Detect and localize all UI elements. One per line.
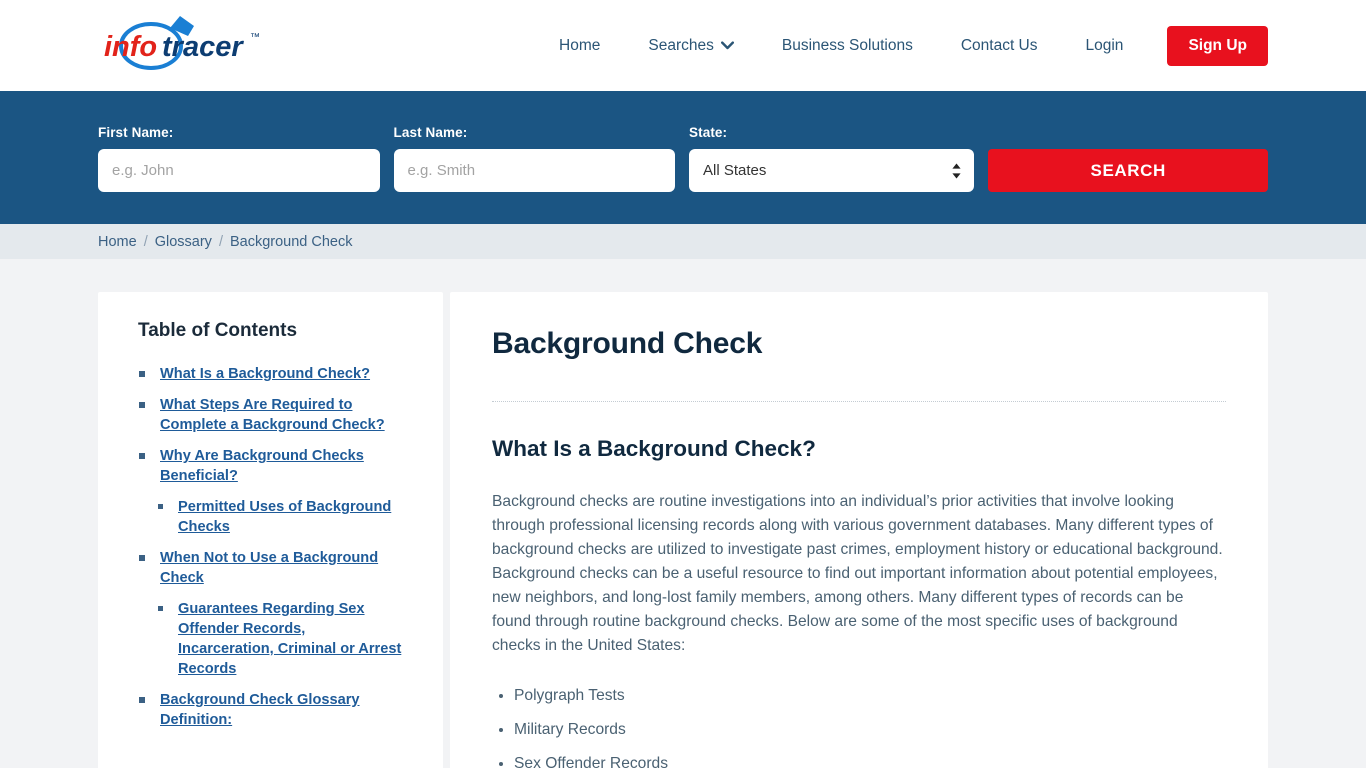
nav-item-label: Home — [559, 36, 601, 54]
sign-up-button[interactable]: Sign Up — [1167, 25, 1268, 66]
section-heading-what-is-a-background-check: What Is a Background Check? — [492, 436, 816, 461]
toc-subitem: Guarantees Regarding Sex Offender Record… — [158, 599, 403, 679]
breadcrumb-band: Home / Glossary / Background Check — [0, 224, 1366, 259]
page-title: Background Check — [492, 327, 763, 360]
title-divider — [492, 401, 1226, 402]
main-navigation: Home Searches Business Solutions Contact… — [535, 0, 1268, 91]
nav-item-business-solutions[interactable]: Business Solutions — [758, 37, 937, 55]
nav-item-searches[interactable]: Searches — [624, 37, 757, 55]
first-name-field-group: First Name: — [98, 125, 380, 192]
toc-link-when-not-to-use-a-background-check[interactable]: When Not to Use a Background Check — [160, 550, 378, 586]
infotracer-logo-icon: info tracer ™ — [104, 16, 260, 70]
people-search-bar: First Name: Last Name: State: All States… — [0, 91, 1366, 224]
breadcrumb-separator: / — [143, 233, 148, 250]
table-of-contents-list: What Is a Background Check? What Steps A… — [138, 364, 403, 730]
toc-link-permitted-uses-of-background-checks[interactable]: Permitted Uses of Background Checks — [178, 499, 391, 535]
toc-link-what-is-a-background-check[interactable]: What Is a Background Check? — [160, 366, 370, 382]
toc-link-guarantees-regarding-sex-offender-records[interactable]: Guarantees Regarding Sex Offender Record… — [178, 601, 401, 677]
list-item: Military Records — [514, 718, 1226, 742]
last-name-field-group: Last Name: — [393, 125, 676, 192]
toc-sublist: Guarantees Regarding Sex Offender Record… — [158, 599, 403, 679]
search-button-group: SEARCH — [988, 125, 1269, 192]
site-logo[interactable]: info tracer ™ — [98, 12, 268, 76]
toc-item: Why Are Background Checks Beneficial? Pe… — [138, 446, 403, 537]
table-of-contents-card: Table of Contents What Is a Background C… — [98, 292, 443, 768]
toc-sublist: Permitted Uses of Background Checks — [158, 497, 403, 537]
sidebar: Table of Contents What Is a Background C… — [98, 292, 443, 768]
nav-item-label: Login — [1085, 36, 1124, 54]
toc-item: Background Check Glossary Definition: — [138, 690, 403, 730]
toc-link-why-are-background-checks-beneficial[interactable]: Why Are Background Checks Beneficial? — [160, 448, 364, 484]
intro-paragraph: Background checks are routine investigat… — [492, 493, 1223, 654]
last-name-label: Last Name: — [393, 125, 468, 140]
breadcrumb-item-home[interactable]: Home — [98, 234, 137, 250]
nav-item-label: Contact Us — [960, 36, 1038, 54]
breadcrumb: Home / Glossary / Background Check — [98, 234, 352, 250]
toc-item: When Not to Use a Background Check Guara… — [138, 548, 403, 679]
search-button[interactable]: SEARCH — [988, 149, 1269, 192]
toc-link-background-check-glossary-definition[interactable]: Background Check Glossary Definition: — [160, 692, 360, 728]
main-article: Background Check What Is a Background Ch… — [450, 292, 1268, 768]
list-item: Polygraph Tests — [514, 684, 1226, 708]
svg-text:tracer: tracer — [162, 31, 244, 63]
site-header: info tracer ™ Home Searches Business Sol… — [0, 0, 1366, 91]
svg-text:™: ™ — [250, 32, 260, 43]
toc-link-what-steps-are-required[interactable]: What Steps Are Required to Complete a Ba… — [160, 397, 385, 433]
state-select[interactable]: All States — [689, 149, 975, 192]
page-content: Table of Contents What Is a Background C… — [0, 259, 1366, 768]
nav-item-label: Searches — [648, 36, 714, 54]
state-label: State: — [689, 125, 728, 140]
toc-subitem: Permitted Uses of Background Checks — [158, 497, 403, 537]
chevron-down-icon — [720, 41, 734, 50]
last-name-input[interactable] — [393, 149, 676, 192]
breadcrumb-item-current: Background Check — [229, 233, 353, 250]
toc-item: What Steps Are Required to Complete a Ba… — [138, 395, 403, 435]
breadcrumb-item-glossary[interactable]: Glossary — [155, 234, 212, 250]
table-of-contents-title: Table of Contents — [138, 320, 298, 341]
list-item: Sex Offender Records — [514, 752, 1226, 768]
nav-item-contact-us[interactable]: Contact Us — [937, 37, 1062, 55]
toc-item: What Is a Background Check? — [138, 364, 403, 384]
first-name-label: First Name: — [98, 125, 174, 140]
svg-text:info: info — [104, 31, 157, 63]
nav-item-label: Business Solutions — [781, 36, 913, 54]
nav-item-login[interactable]: Login — [1062, 37, 1148, 55]
nav-item-home[interactable]: Home — [535, 37, 624, 55]
first-name-input[interactable] — [98, 149, 380, 192]
uses-bullet-list: Polygraph Tests Military Records Sex Off… — [492, 684, 1226, 768]
state-field-group: State: All States — [689, 125, 975, 192]
breadcrumb-separator: / — [218, 233, 223, 250]
